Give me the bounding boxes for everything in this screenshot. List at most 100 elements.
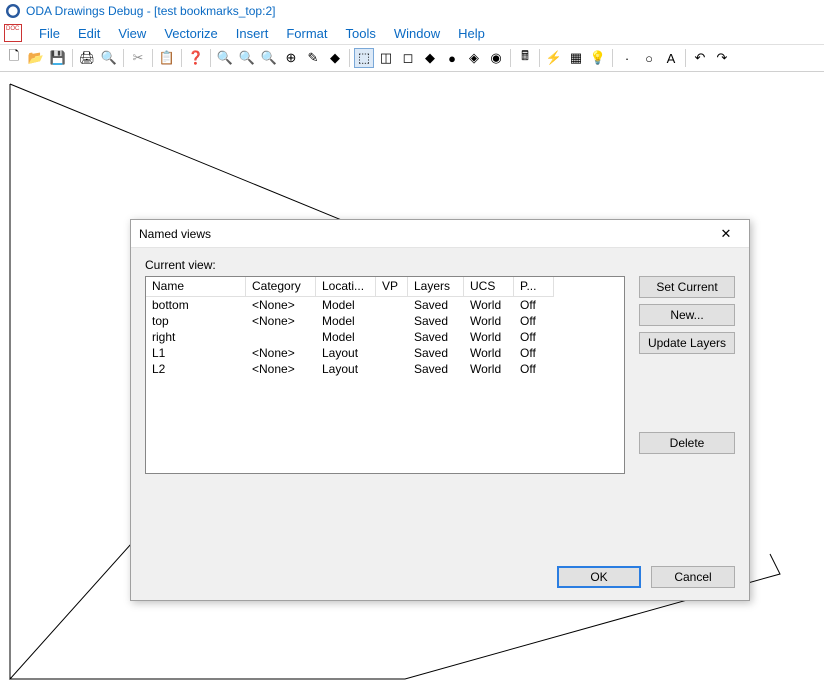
menu-vectorize[interactable]: Vectorize — [155, 24, 226, 43]
redo-icon[interactable]: ↷ — [712, 48, 732, 68]
toolbar-separator — [210, 49, 211, 67]
2d-wire-icon[interactable]: ⬚ — [354, 48, 374, 68]
paste-icon[interactable]: 📋 — [157, 48, 177, 68]
cell-name: top — [146, 313, 246, 329]
cell-ucs: World — [464, 329, 514, 345]
menu-insert[interactable]: Insert — [227, 24, 278, 43]
cell-layers: Saved — [408, 361, 464, 377]
table-row[interactable]: L1<None>LayoutSavedWorldOff — [146, 345, 624, 361]
cut-icon[interactable]: ✂ — [128, 48, 148, 68]
col-ucs[interactable]: UCS — [464, 277, 514, 297]
zoom-out-icon[interactable]: 🔍 — [259, 48, 279, 68]
cell-p: Off — [514, 313, 554, 329]
toolbar-separator — [72, 49, 73, 67]
table-row[interactable]: top<None>Model SavedWorldOff — [146, 313, 624, 329]
gouraud-edges-icon[interactable]: ◉ — [486, 48, 506, 68]
gouraud-icon[interactable]: ● — [442, 48, 462, 68]
cell-ucs: World — [464, 297, 514, 313]
cell-location: Model — [316, 313, 376, 329]
zoom-extents-icon[interactable]: ⊕ — [281, 48, 301, 68]
update-layers-button[interactable]: Update Layers — [639, 332, 735, 354]
side-buttons: Set Current New... Update Layers Delete — [639, 276, 735, 516]
toolbar-separator — [152, 49, 153, 67]
menu-file[interactable]: File — [30, 24, 69, 43]
current-view-label: Current view: — [145, 258, 735, 272]
flat-edges-icon[interactable]: ◈ — [464, 48, 484, 68]
zoom-prev-icon[interactable]: ◆ — [325, 48, 345, 68]
toolbar-separator — [349, 49, 350, 67]
table-row[interactable]: rightModelSavedWorldOff — [146, 329, 624, 345]
calc-icon[interactable]: 🖩 — [515, 48, 535, 68]
text-icon[interactable]: A — [661, 48, 681, 68]
col-vp[interactable]: VP — [376, 277, 408, 297]
menu-help[interactable]: Help — [449, 24, 494, 43]
zoom-real-icon[interactable]: 🔍 — [237, 48, 257, 68]
cell-category: <None> — [246, 345, 316, 361]
titlebar: ODA Drawings Debug - [test bookmarks_top… — [0, 0, 824, 22]
light-icon[interactable]: 💡 — [588, 48, 608, 68]
save-icon[interactable]: 💾 — [48, 48, 68, 68]
3d-wire-icon[interactable]: ◫ — [376, 48, 396, 68]
cell-location: Layout — [316, 361, 376, 377]
ok-button[interactable]: OK — [557, 566, 641, 588]
cell-vp — [376, 345, 408, 361]
hidden-icon[interactable]: ◻ — [398, 48, 418, 68]
open-icon[interactable]: 📂 — [26, 48, 46, 68]
cell-location: Model — [316, 297, 376, 313]
new-icon[interactable]: 🗋 — [4, 48, 24, 68]
print-icon[interactable]: 🖨 — [77, 48, 97, 68]
table-row[interactable]: L2<None>LayoutSavedWorldOff — [146, 361, 624, 377]
preview-icon[interactable]: 🔍 — [99, 48, 119, 68]
toolbar-separator — [612, 49, 613, 67]
flat-icon[interactable]: ◆ — [420, 48, 440, 68]
cell-category: <None> — [246, 297, 316, 313]
menu-window[interactable]: Window — [385, 24, 449, 43]
set-current-button[interactable]: Set Current — [639, 276, 735, 298]
col-p[interactable]: P... — [514, 277, 554, 297]
cell-location: Model — [316, 329, 376, 345]
option-icon[interactable]: ▦ — [566, 48, 586, 68]
table-row[interactable]: bottom<None>ModelSavedWorldOff — [146, 297, 624, 313]
menu-tools[interactable]: Tools — [336, 24, 384, 43]
zoom-window-icon[interactable]: ✎ — [303, 48, 323, 68]
cell-name: L2 — [146, 361, 246, 377]
col-category[interactable]: Category — [246, 277, 316, 297]
flash-icon[interactable]: ⚡ — [544, 48, 564, 68]
col-name[interactable]: Name — [146, 277, 246, 297]
cell-p: Off — [514, 329, 554, 345]
dialog-titlebar: Named views ✕ — [131, 220, 749, 248]
list-header[interactable]: Name Category Locati... VP Layers UCS P.… — [146, 277, 624, 297]
cell-layers: Saved — [408, 329, 464, 345]
named-views-dialog: Named views ✕ Current view: Name Categor… — [130, 219, 750, 601]
cell-category: <None> — [246, 361, 316, 377]
cell-layers: Saved — [408, 313, 464, 329]
app-icon — [6, 4, 20, 18]
toolbar-separator — [181, 49, 182, 67]
toolbar: 🗋📂💾🖨🔍✂📋❓🔍🔍🔍⊕✎◆⬚◫◻◆●◈◉🖩⚡▦💡·○A↶↷ — [0, 44, 824, 72]
cell-name: bottom — [146, 297, 246, 313]
cell-vp — [376, 313, 408, 329]
cancel-button[interactable]: Cancel — [651, 566, 735, 588]
help-icon[interactable]: ❓ — [186, 48, 206, 68]
col-layers[interactable]: Layers — [408, 277, 464, 297]
close-icon[interactable]: ✕ — [711, 224, 741, 244]
dialog-title: Named views — [139, 227, 211, 241]
cell-category: <None> — [246, 313, 316, 329]
cell-p: Off — [514, 297, 554, 313]
cell-ucs: World — [464, 345, 514, 361]
undo-icon[interactable]: ↶ — [690, 48, 710, 68]
menu-format[interactable]: Format — [277, 24, 336, 43]
new-button[interactable]: New... — [639, 304, 735, 326]
window-title: ODA Drawings Debug - [test bookmarks_top… — [26, 4, 275, 18]
cell-vp — [376, 297, 408, 313]
cell-ucs: World — [464, 313, 514, 329]
views-list[interactable]: Name Category Locati... VP Layers UCS P.… — [145, 276, 625, 474]
menu-edit[interactable]: Edit — [69, 24, 109, 43]
delete-button[interactable]: Delete — [639, 432, 735, 454]
col-location[interactable]: Locati... — [316, 277, 376, 297]
circle-icon[interactable]: ○ — [639, 48, 659, 68]
point-icon[interactable]: · — [617, 48, 637, 68]
zoom-in-icon[interactable]: 🔍 — [215, 48, 235, 68]
toolbar-separator — [510, 49, 511, 67]
menu-view[interactable]: View — [109, 24, 155, 43]
